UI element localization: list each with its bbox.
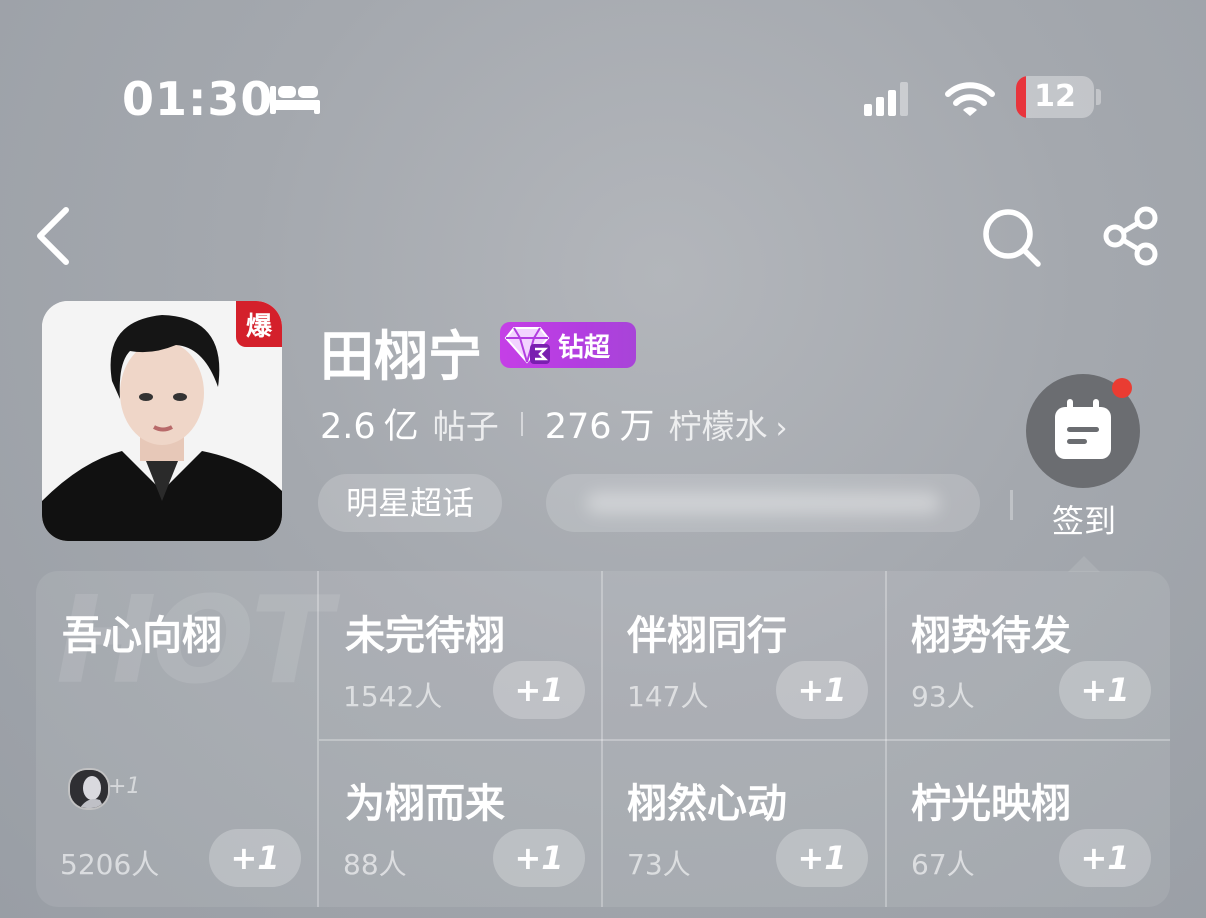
diamond-icon	[504, 327, 550, 364]
topic-name: 田栩宁	[320, 325, 482, 388]
group-title: 吾心向栩	[62, 613, 222, 659]
followers-label: 柠檬水	[668, 407, 768, 446]
member-avatar	[68, 768, 110, 810]
calendar-icon	[1055, 399, 1111, 459]
join-button[interactable]: +1	[1059, 661, 1151, 719]
battery-icon: 12	[1016, 76, 1094, 118]
search-icon[interactable]	[982, 208, 1042, 268]
group-count: 93人	[911, 680, 975, 713]
blurred-content	[586, 492, 940, 514]
topic-stats[interactable]: 2.6 亿 帖子 276 万 柠檬水 ›	[320, 398, 788, 449]
group-cell[interactable]: 为栩而来 88人 +1	[319, 741, 601, 907]
battery-cap	[1096, 89, 1101, 105]
wifi-icon	[945, 82, 995, 116]
group-count: 5206人	[60, 848, 160, 881]
edge-divider	[1010, 490, 1013, 520]
followers-count: 276	[544, 407, 612, 447]
group-count: 88人	[343, 848, 407, 881]
group-title: 未完待栩	[345, 613, 505, 659]
join-button[interactable]: +1	[493, 829, 585, 887]
join-button[interactable]: +1	[776, 661, 868, 719]
group-count: 73人	[627, 848, 691, 881]
category-tag[interactable]: 明星超话	[318, 474, 503, 532]
member-avatar-image	[70, 770, 108, 808]
chevron-right-icon: ›	[775, 411, 788, 446]
checkin-label[interactable]: 签到	[1052, 496, 1116, 542]
group-cell[interactable]: 柠光映栩 67人 +1	[887, 741, 1170, 907]
join-button[interactable]: +1	[493, 661, 585, 719]
group-cell[interactable]: 栩然心动 73人 +1	[603, 741, 885, 907]
signal-icon	[864, 82, 908, 116]
bed-icon	[270, 86, 320, 114]
posts-count: 2.6	[320, 407, 376, 447]
back-icon[interactable]	[30, 206, 78, 266]
notification-dot	[1112, 378, 1132, 398]
member-extra-count: +1	[108, 774, 141, 799]
group-title: 柠光映栩	[911, 781, 1071, 827]
group-title: 伴栩同行	[627, 613, 787, 659]
status-time: 01:30	[122, 72, 274, 126]
group-cell[interactable]: 伴栩同行 147人 +1	[603, 571, 885, 739]
stats-divider	[520, 411, 523, 436]
group-title: 为栩而来	[345, 781, 505, 827]
panel-pointer	[1068, 556, 1100, 572]
posts-unit: 亿	[383, 407, 419, 447]
group-cell[interactable]: 未完待栩 1542人 +1	[319, 571, 601, 739]
blurred-tag[interactable]	[546, 474, 980, 532]
join-button[interactable]: +1	[1059, 829, 1151, 887]
join-button[interactable]: +1	[776, 829, 868, 887]
featured-group-cell[interactable]: 吾心向栩 5206人 +1	[36, 571, 317, 907]
group-title: 栩然心动	[627, 781, 787, 827]
group-title: 栩势待发	[911, 613, 1071, 659]
group-count: 147人	[627, 680, 709, 713]
tier-badge[interactable]: 钻超	[500, 322, 636, 368]
hot-badge: 爆	[236, 301, 282, 347]
battery-percent: 12	[1034, 79, 1076, 114]
group-count: 1542人	[343, 680, 443, 713]
group-cell[interactable]: 栩势待发 93人 +1	[887, 571, 1170, 739]
join-button[interactable]: +1	[209, 829, 301, 887]
share-icon[interactable]	[1102, 206, 1162, 266]
group-count: 67人	[911, 848, 975, 881]
followers-unit: 万	[619, 407, 655, 447]
posts-label: 帖子	[432, 407, 499, 446]
tier-label: 钻超	[558, 332, 611, 363]
